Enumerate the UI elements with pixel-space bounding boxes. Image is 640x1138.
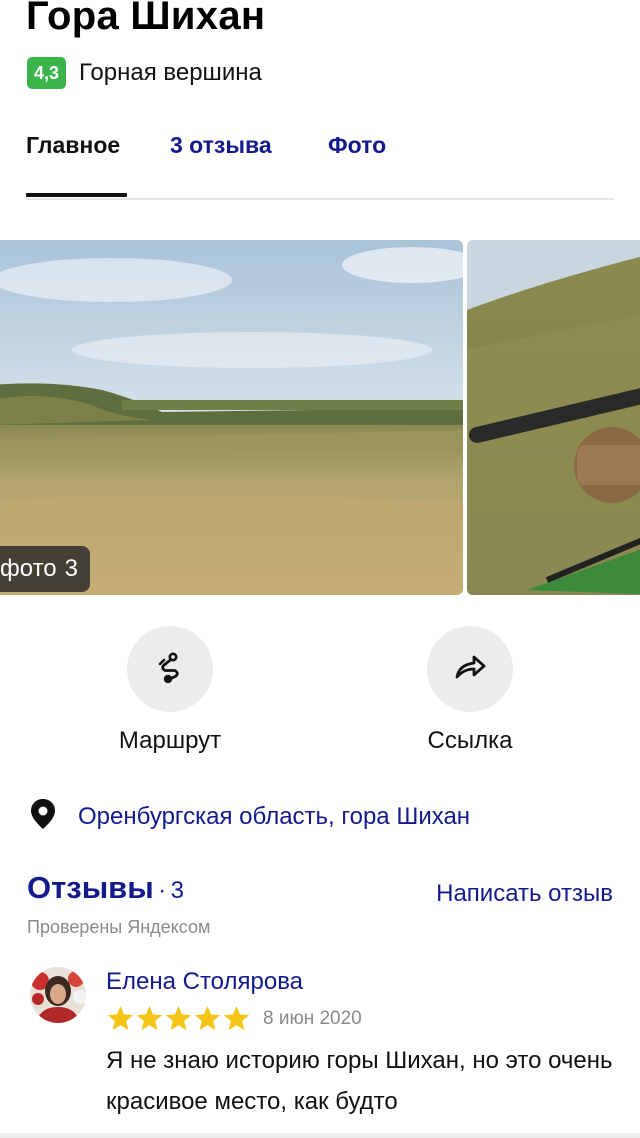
write-review-link[interactable]: Написать отзыв bbox=[436, 880, 613, 908]
star-icon bbox=[165, 1005, 192, 1031]
active-tab-indicator bbox=[26, 193, 127, 197]
review-text[interactable]: Я не знаю историю горы Шихан, но это оче… bbox=[106, 1040, 626, 1122]
star-icon bbox=[194, 1005, 221, 1031]
photo-count-number: 3 bbox=[64, 555, 78, 582]
star-icon bbox=[136, 1005, 163, 1031]
verified-note: Проверены Яндексом bbox=[27, 917, 211, 937]
review-rating: 8 июн 2020 bbox=[106, 1004, 362, 1033]
photo-carousel[interactable] bbox=[0, 240, 640, 595]
star-icon bbox=[107, 1005, 134, 1031]
reviews-separator: · bbox=[158, 877, 167, 904]
review-author[interactable]: Елена Столярова bbox=[106, 968, 303, 996]
tab-bar: Главное 3 отзыва Фото bbox=[26, 132, 614, 200]
tab-reviews[interactable]: 3 отзыва bbox=[170, 132, 272, 159]
address-text[interactable]: Оренбургская область, гора Шихан bbox=[78, 803, 470, 831]
share-arrow-icon bbox=[450, 647, 490, 692]
rating-badge: 4,3 bbox=[27, 57, 67, 89]
photo-count-label: фото bbox=[0, 555, 57, 582]
photo-steppe[interactable] bbox=[0, 240, 463, 595]
reviews-title[interactable]: Отзывы bbox=[27, 870, 154, 905]
photo-bicycle[interactable] bbox=[467, 240, 640, 595]
tab-photos[interactable]: Фото bbox=[328, 132, 386, 159]
star-icon bbox=[223, 1005, 250, 1031]
route-icon bbox=[150, 647, 190, 692]
address-row[interactable]: Оренбургская область, гора Шихан bbox=[30, 798, 470, 835]
tab-main[interactable]: Главное bbox=[26, 132, 120, 159]
route-label: Маршрут bbox=[118, 727, 222, 754]
review-date: 8 июн 2020 bbox=[263, 1007, 362, 1029]
reviews-count: 3 bbox=[170, 877, 184, 904]
location-pin-icon bbox=[30, 798, 56, 835]
place-category: Горная вершина bbox=[79, 59, 262, 86]
share-button[interactable]: Ссылка bbox=[350, 626, 590, 755]
bottom-divider bbox=[0, 1133, 640, 1138]
page-title: Гора Шихан bbox=[26, 0, 266, 38]
rating-row: 4,3 Горная вершина bbox=[27, 57, 262, 89]
route-button-circle[interactable] bbox=[127, 626, 213, 712]
reviews-header: Отзывы · 3 Написать отзыв bbox=[27, 870, 613, 908]
route-button[interactable]: Маршрут bbox=[50, 626, 290, 755]
photo-count-badge[interactable]: фото 3 bbox=[0, 546, 90, 592]
share-button-circle[interactable] bbox=[427, 626, 513, 712]
share-label: Ссылка bbox=[427, 727, 513, 754]
avatar[interactable] bbox=[30, 967, 86, 1023]
